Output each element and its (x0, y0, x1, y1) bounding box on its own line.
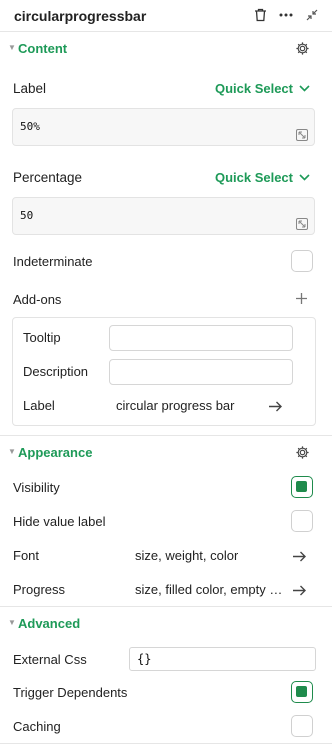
section-divider (0, 743, 332, 744)
tooltip-label: Tooltip (23, 330, 61, 345)
appearance-section-header[interactable]: ▼ Appearance (0, 436, 332, 470)
content-section-header[interactable]: ▼ Content (0, 32, 332, 66)
indeterminate-checkbox[interactable] (291, 250, 313, 272)
arrow-right-icon[interactable] (292, 549, 307, 567)
gear-icon[interactable] (295, 445, 310, 465)
font-label: Font (13, 548, 40, 563)
hide-value-label-label: Hide value label (13, 514, 106, 529)
component-title: circularprogressbar (14, 8, 147, 24)
arrow-right-icon[interactable] (292, 583, 307, 601)
advanced-section-header[interactable]: ▼ Advanced (0, 607, 332, 641)
percentage-field-label: Percentage (13, 170, 83, 185)
caret-down-icon: ▼ (8, 43, 16, 52)
label-quick-select[interactable]: Quick Select (215, 81, 310, 96)
gear-icon[interactable] (295, 41, 310, 61)
description-label: Description (23, 364, 89, 379)
percentage-quick-select[interactable]: Quick Select (215, 170, 310, 185)
caret-down-icon: ▼ (8, 618, 16, 627)
caching-checkbox[interactable] (291, 715, 313, 737)
percentage-code-editor[interactable]: 50 (12, 197, 315, 235)
chevron-down-icon (299, 174, 310, 181)
label-quick-select-text: Quick Select (214, 81, 293, 96)
caret-down-icon: ▼ (8, 447, 16, 456)
visibility-checkbox[interactable] (291, 476, 313, 498)
addon-label-value: circular progress bar (116, 398, 235, 413)
expand-editor-icon[interactable] (296, 129, 308, 141)
trigger-dependents-checkbox[interactable] (291, 681, 313, 703)
addons-label: Add-ons (13, 292, 62, 307)
progress-value[interactable]: size, filled color, empty color (135, 582, 283, 597)
external-css-value: {} (137, 652, 152, 666)
panel-header: circularprogressbar (0, 0, 332, 32)
chevron-down-icon (299, 85, 310, 92)
collapse-panel-icon[interactable] (304, 7, 320, 23)
description-input[interactable] (109, 359, 293, 385)
addon-label-row-label: Label (23, 398, 55, 413)
plus-icon[interactable] (295, 292, 308, 310)
progress-label: Progress (13, 582, 66, 597)
appearance-section-title: Appearance (18, 445, 93, 460)
percentage-quick-select-text: Quick Select (214, 170, 293, 185)
label-field-label: Label (13, 81, 47, 96)
percentage-value: 50 (20, 209, 34, 222)
trigger-dependents-label: Trigger Dependents (13, 685, 128, 700)
caching-label: Caching (13, 719, 61, 734)
header-actions (252, 7, 320, 23)
label-value: 50% (20, 120, 40, 133)
indeterminate-label: Indeterminate (13, 254, 93, 269)
external-css-label: External Css (13, 652, 87, 667)
addons-box: Tooltip Description Label circular progr… (12, 317, 316, 426)
label-code-editor[interactable]: 50% (12, 108, 315, 146)
advanced-section-title: Advanced (18, 616, 81, 631)
expand-editor-icon[interactable] (296, 218, 308, 230)
external-css-input[interactable]: {} (129, 647, 316, 671)
arrow-right-icon[interactable] (268, 399, 283, 417)
hide-value-label-checkbox[interactable] (291, 510, 313, 532)
more-options-icon[interactable] (278, 7, 294, 23)
tooltip-input[interactable] (109, 325, 293, 351)
content-section-title: Content (18, 41, 68, 56)
trash-icon[interactable] (252, 7, 268, 23)
font-value[interactable]: size, weight, color (135, 548, 238, 563)
visibility-label: Visibility (13, 480, 60, 495)
